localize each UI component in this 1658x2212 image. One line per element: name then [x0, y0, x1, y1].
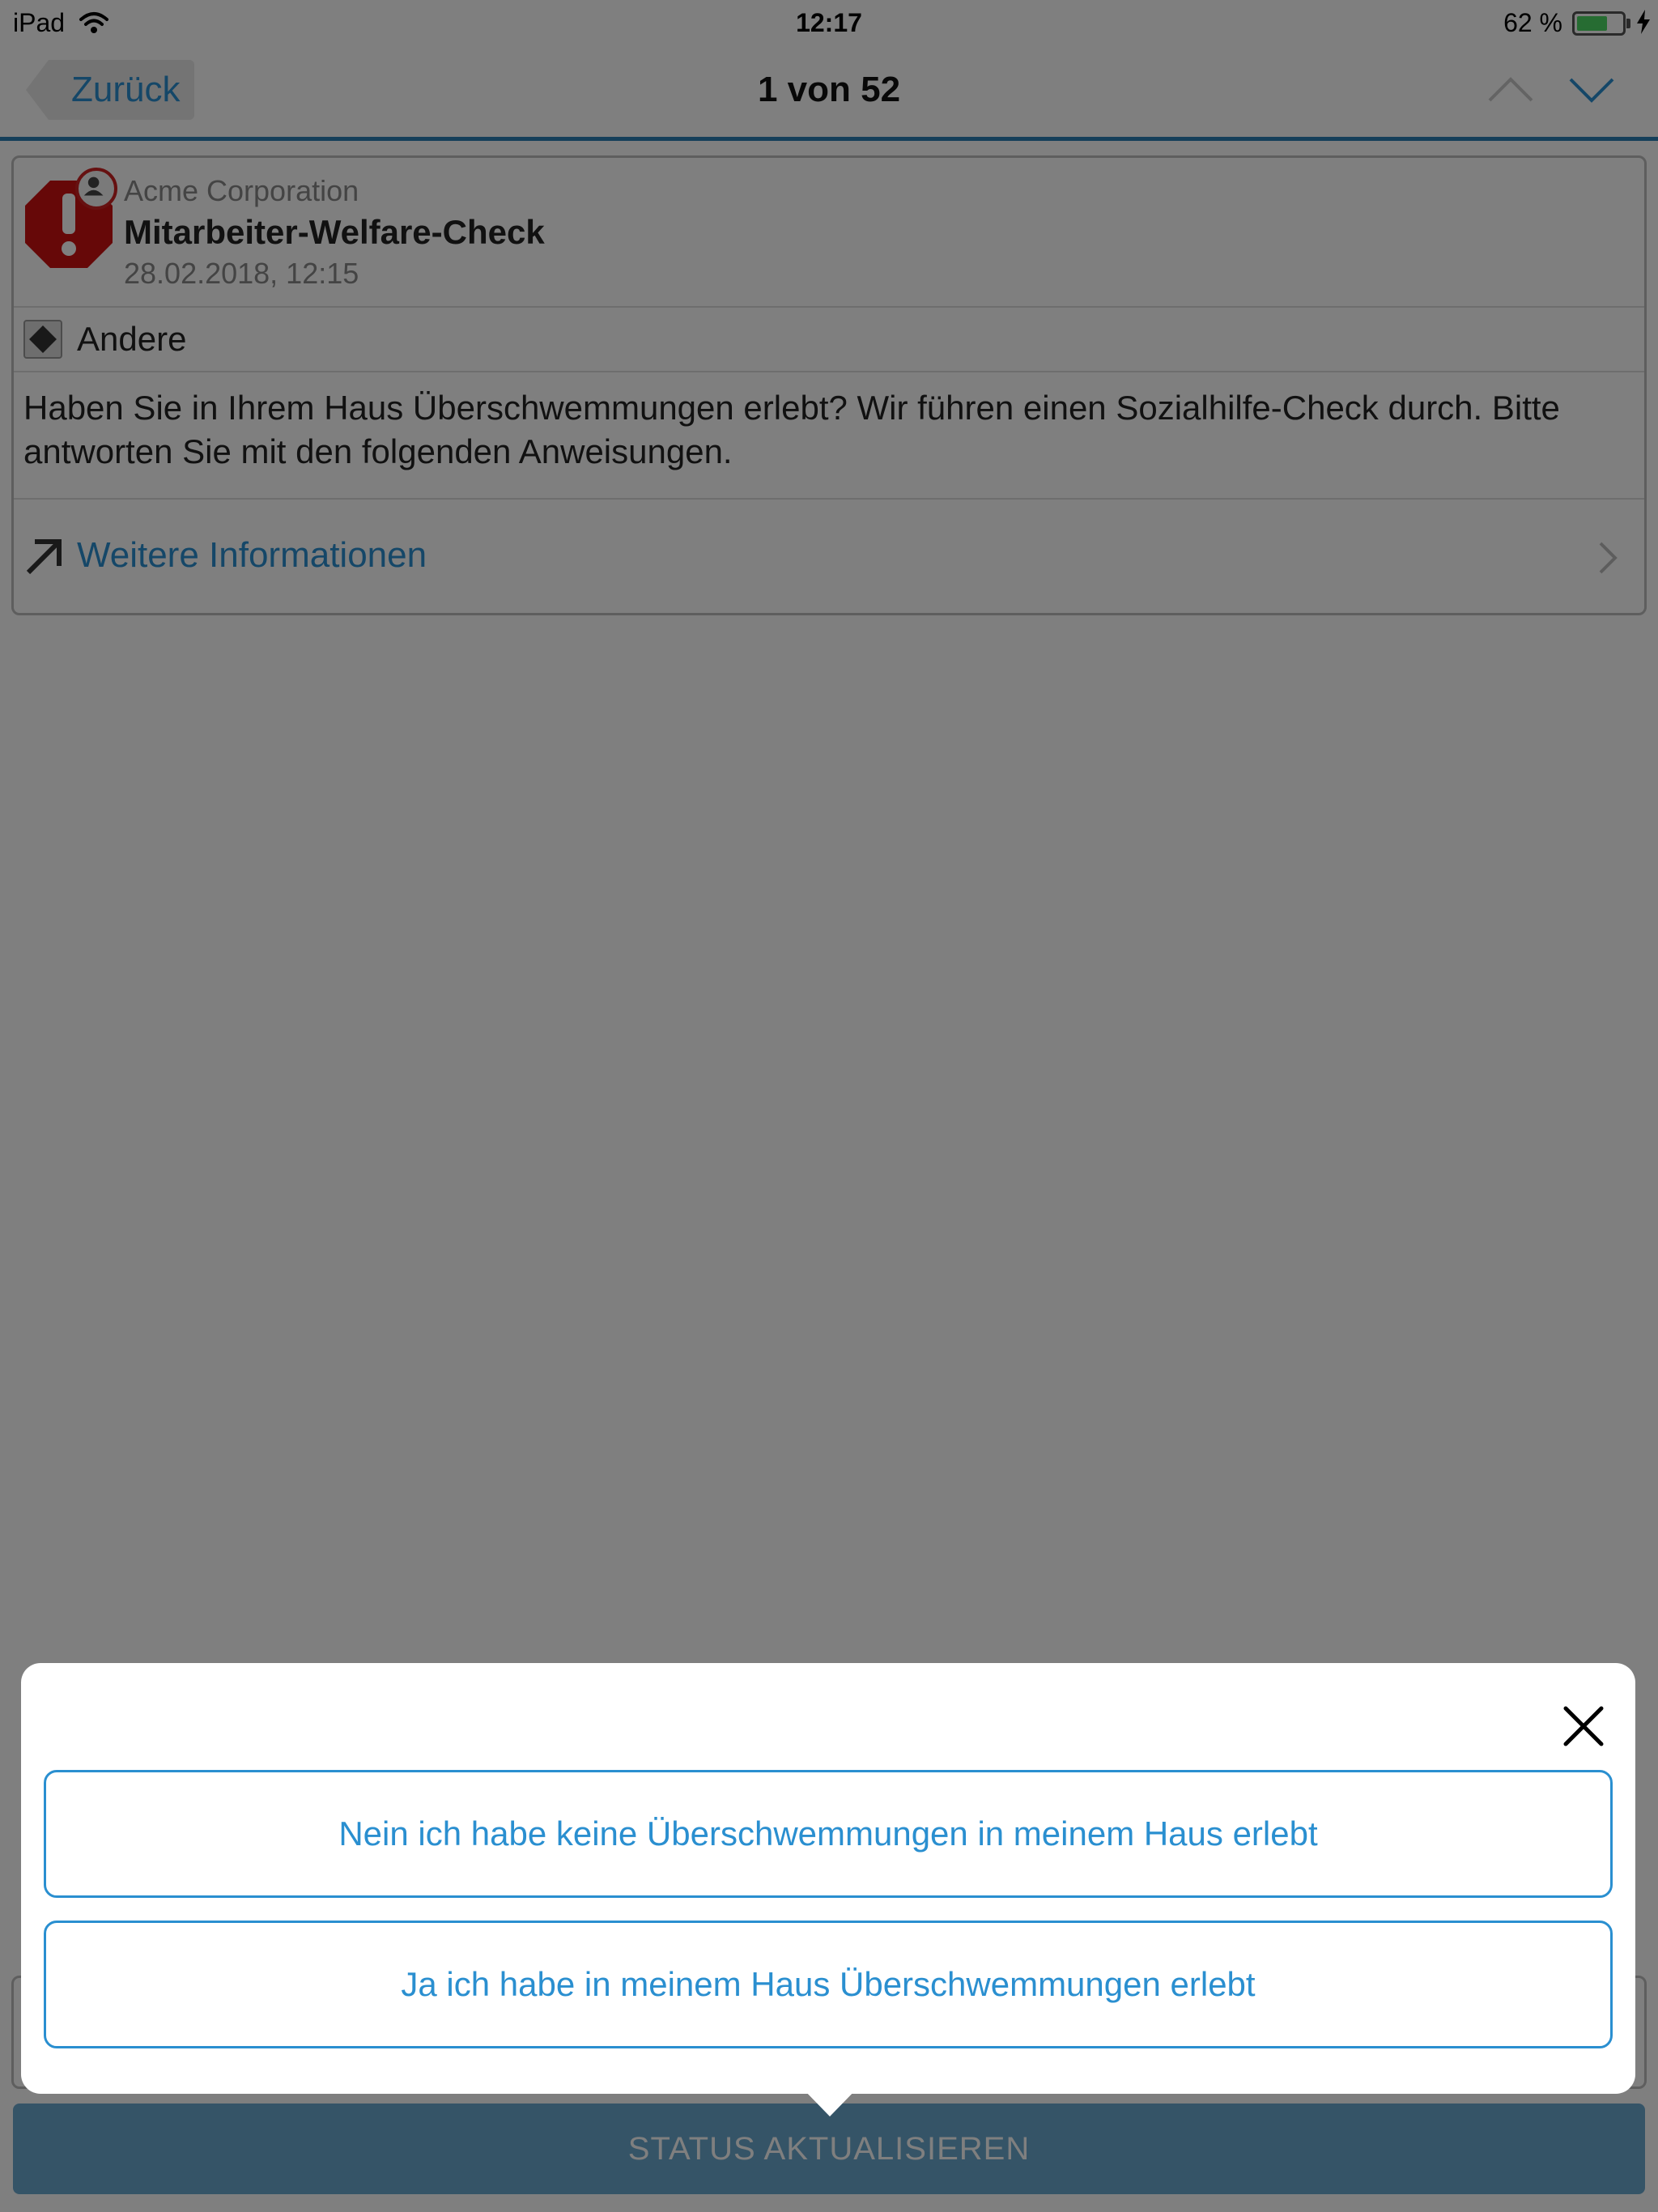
option-no-flooding-button[interactable]: Nein ich habe keine Überschwemmungen in … — [44, 1770, 1613, 1898]
option-yes-flooding-button[interactable]: Ja ich habe in meinem Haus Überschwemmun… — [44, 1921, 1613, 2048]
response-popover: Nein ich habe keine Überschwemmungen in … — [21, 1663, 1635, 2094]
close-icon[interactable] — [1556, 1699, 1611, 1754]
